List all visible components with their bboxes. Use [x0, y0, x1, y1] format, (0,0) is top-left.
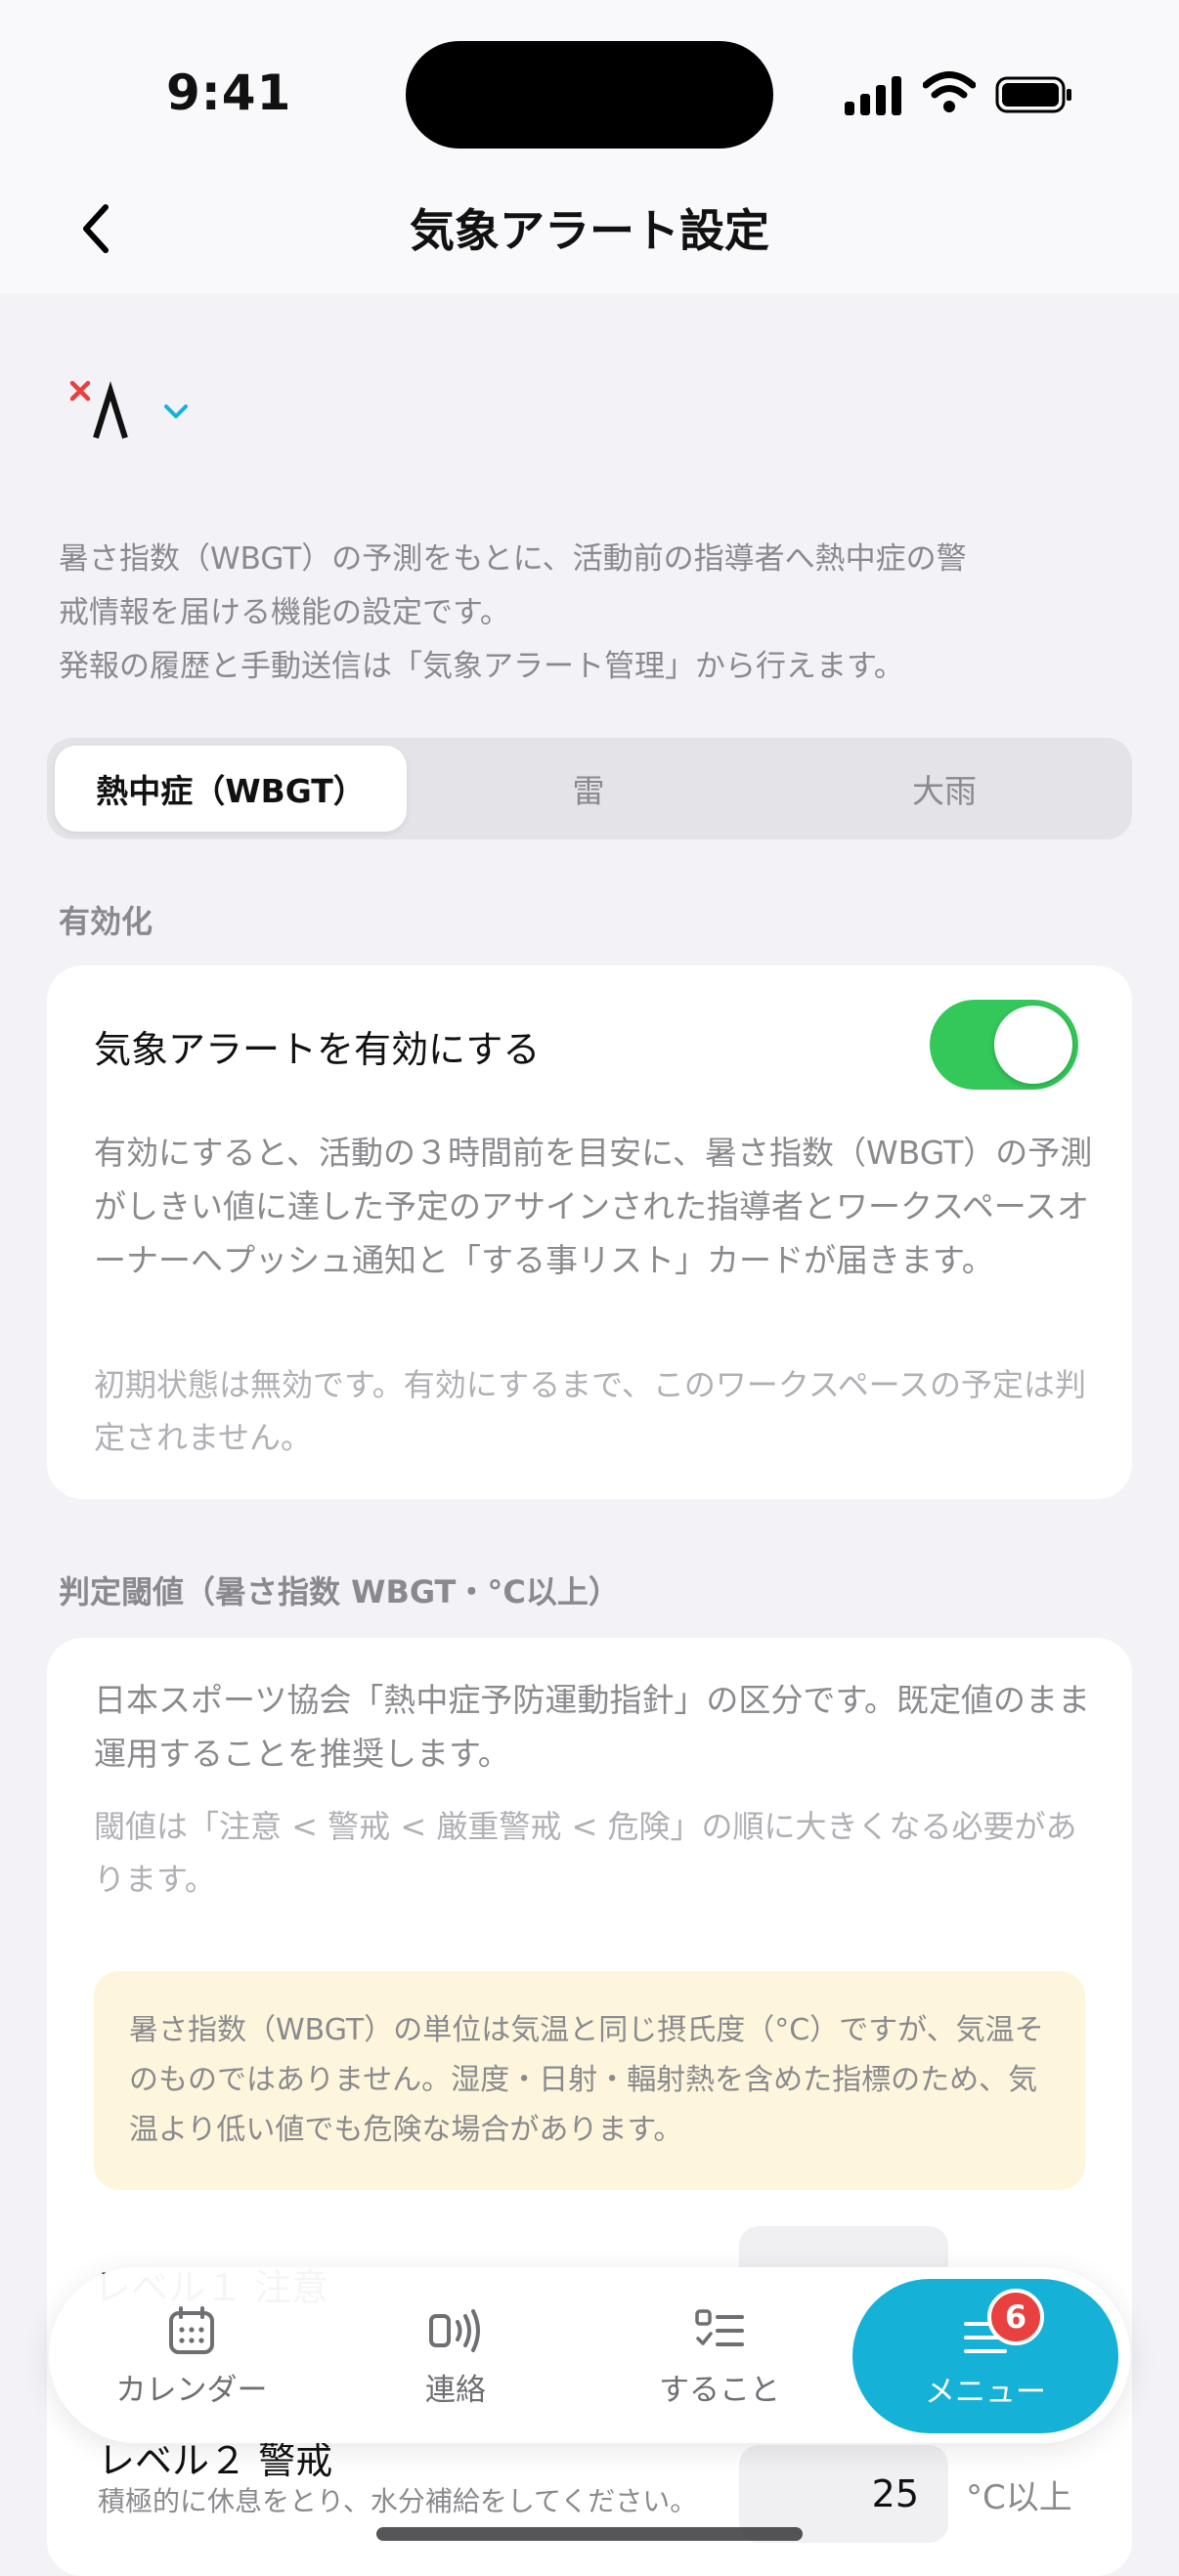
- page-title: 気象アラート設定: [410, 204, 769, 257]
- enable-alert-toggle[interactable]: [930, 1000, 1078, 1090]
- home-indicator: [376, 2527, 803, 2541]
- workspace-logo-switcher[interactable]: [66, 373, 203, 451]
- menu-notification-badge: 6: [987, 2289, 1044, 2345]
- level2-description: 積極的に休息をとり、水分補給をしてください。: [98, 2485, 698, 2517]
- wbgt-unit-notice-text: 暑さ指数（WBGT）の単位は気温と同じ摂氏度（°C）ですが、気温そのものではあり…: [129, 2013, 1044, 2147]
- tab-todo-label: すること: [659, 2373, 780, 2408]
- tab-contact-label: 連絡: [425, 2373, 486, 2408]
- tab-calendar[interactable]: カレンダー: [74, 2306, 309, 2424]
- enable-description: 有効にすると、活動の３時間前を目安に、暑さ指数（WBGT）の予測がしきい値に達し…: [94, 1134, 1093, 1279]
- threshold-description: 日本スポーツ協会「熱中症予防運動指針」の区分です。既定値のまま運用することを推奨…: [94, 1681, 1091, 1773]
- cellular-signal-icon: [845, 76, 901, 115]
- enable-default-note: 初期状態は無効です。有効にするまで、このワークスペースの予定は判定されません。: [94, 1366, 1087, 1456]
- status-time-overlay: 9:41: [166, 64, 292, 121]
- tab-heatstroke-wbgt[interactable]: 熱中症（WBGT）: [55, 746, 407, 832]
- threshold-order-note: 閾値は「注意 < 警戒 < 厳重警戒 < 危険」の順に大きくなる必要があります。: [94, 1808, 1077, 1898]
- level2-unit-label: °C以上: [966, 2478, 1072, 2517]
- enable-toggle-label: 気象アラートを有効にする: [94, 1028, 541, 1071]
- battery-icon: [995, 76, 1071, 113]
- calendar-icon: [169, 2306, 214, 2354]
- chevron-down-icon: [164, 405, 188, 418]
- toggle-knob: [994, 1006, 1072, 1084]
- enable-section-label: 有効化: [59, 903, 153, 940]
- wifi-icon: [923, 71, 976, 112]
- tab-calendar-label: カレンダー: [115, 2373, 268, 2408]
- broadcast-icon: [429, 2309, 480, 2352]
- tab-thunder[interactable]: 雷: [413, 746, 764, 832]
- tab-menu-label: メニュー: [925, 2375, 1046, 2410]
- tab-contact[interactable]: 連絡: [338, 2306, 573, 2424]
- intro-description: 暑さ指数（WBGT）の予測をもとに、活動前の指導者へ熱中症の警 戒情報を届ける機…: [59, 541, 967, 684]
- checklist-icon: [695, 2309, 744, 2346]
- tab-todo[interactable]: すること: [602, 2306, 837, 2424]
- threshold-section-label: 判定閾値（暑さ指数 WBGT・°C以上）: [59, 1573, 620, 1610]
- tab-heavy-rain[interactable]: 大雨: [768, 746, 1120, 832]
- dynamic-island-overlay: [406, 41, 773, 149]
